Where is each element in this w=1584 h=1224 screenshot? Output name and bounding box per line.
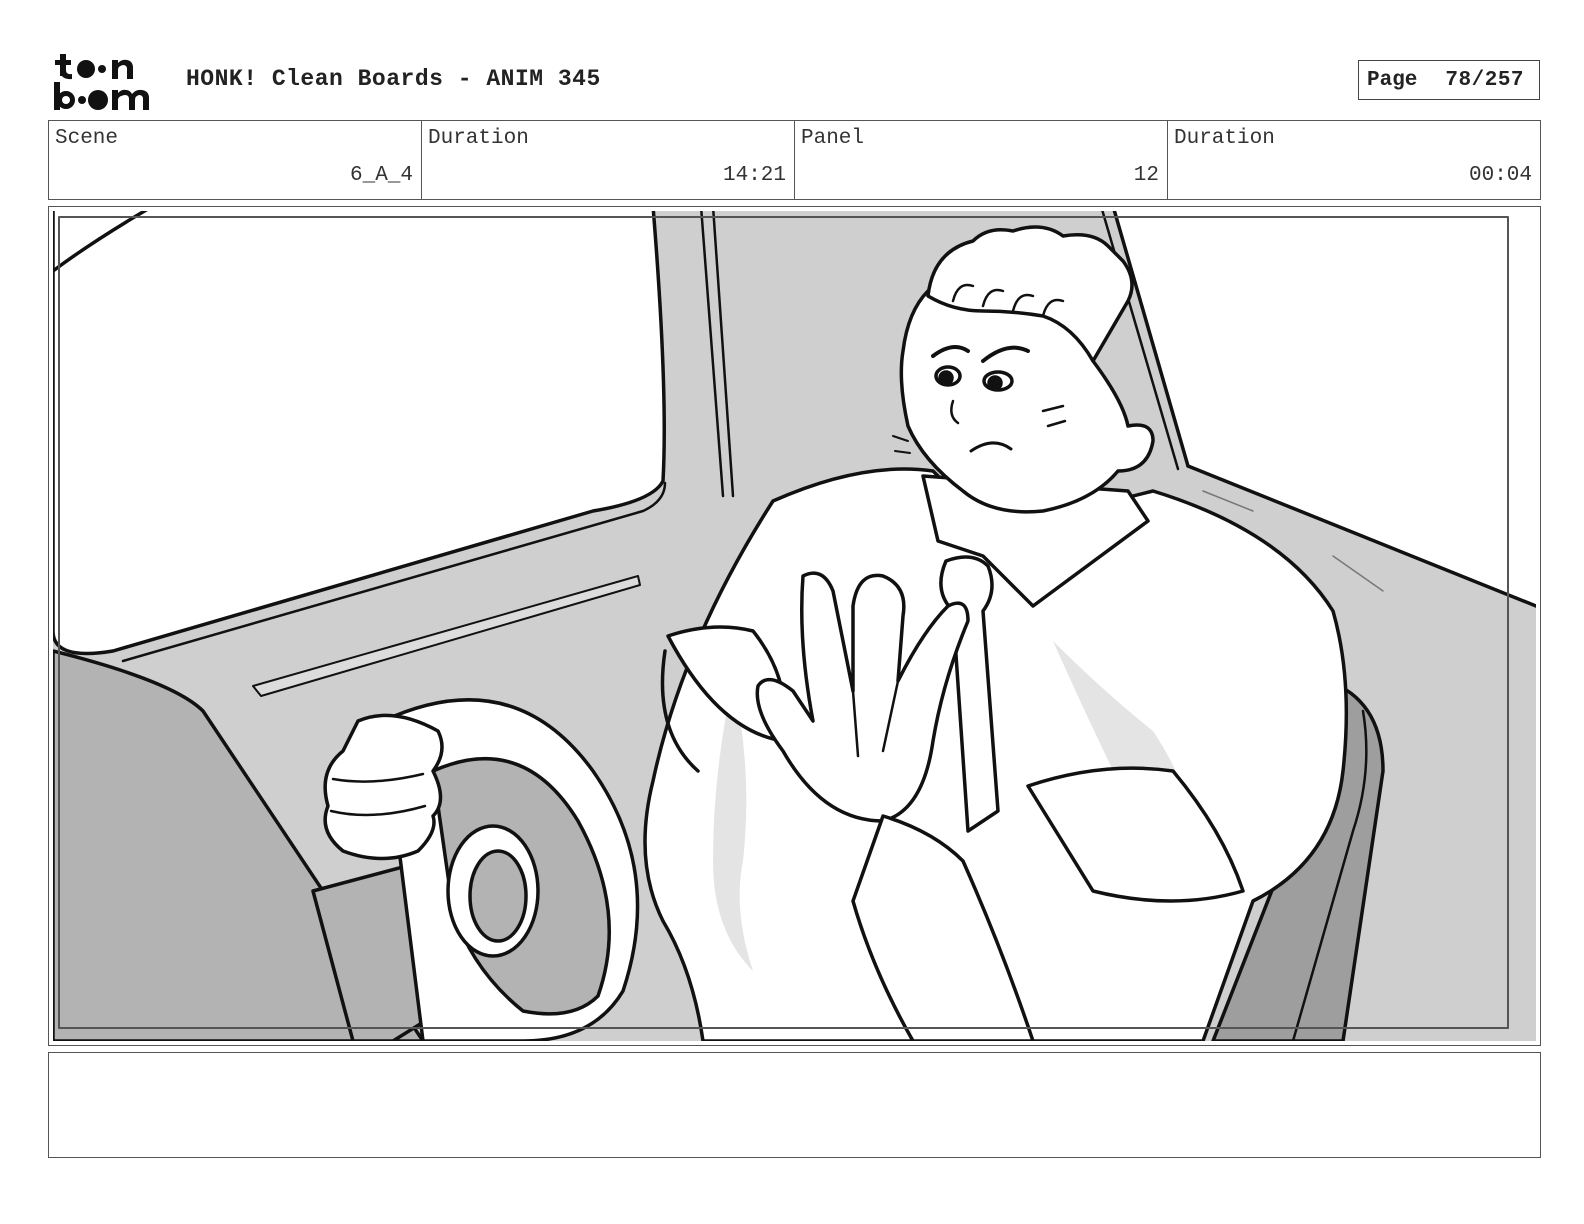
- panel-notes-box: [48, 1052, 1541, 1158]
- scene-duration-value: 14:21: [722, 164, 786, 187]
- scene-info-table: Scene 6_A_4 Duration 14:21 Panel 12 Dura…: [48, 120, 1541, 200]
- scene-label: Scene: [55, 127, 119, 150]
- scene-value: 6_A_4: [349, 164, 413, 187]
- panel-duration-cell: Duration 00:04: [1168, 121, 1540, 199]
- panel-duration-label: Duration: [1174, 127, 1275, 150]
- panel-duration-value: 00:04: [1468, 164, 1532, 187]
- page-label: Page: [1367, 68, 1418, 92]
- toonboom-logo: [54, 54, 149, 110]
- page-indicator: Page 78/257: [1358, 60, 1540, 100]
- panel-cell: Panel 12: [795, 121, 1168, 199]
- storyboard-panel: [48, 206, 1541, 1046]
- scene-cell: Scene 6_A_4: [49, 121, 422, 199]
- panel-value: 12: [1133, 164, 1159, 187]
- panel-label: Panel: [801, 127, 865, 150]
- panel-drawing: [53, 211, 1536, 1041]
- scene-duration-cell: Duration 14:21: [422, 121, 795, 199]
- scene-duration-label: Duration: [428, 127, 529, 150]
- document-title: HONK! Clean Boards - ANIM 345: [186, 66, 601, 92]
- page-number: 78/257: [1445, 68, 1525, 92]
